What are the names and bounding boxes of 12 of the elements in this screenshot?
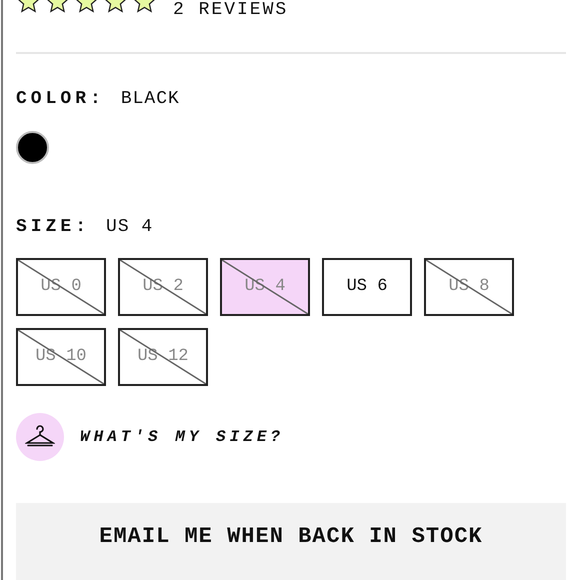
review-count[interactable]: 2 REVIEWS xyxy=(173,2,288,18)
size-option[interactable]: US 10 xyxy=(16,328,106,386)
hanger-icon[interactable] xyxy=(16,413,64,461)
color-swatch[interactable] xyxy=(16,131,49,164)
color-label: COLOR: xyxy=(16,88,105,111)
size-option[interactable]: US 6 xyxy=(322,258,412,316)
color-value: BLACK xyxy=(120,88,180,111)
size-guide-link[interactable]: WHAT'S MY SIZE? xyxy=(80,425,284,449)
size-label: SIZE: xyxy=(16,216,90,239)
email-back-in-stock-button[interactable]: EMAIL ME WHEN BACK IN STOCK xyxy=(16,503,566,580)
size-option[interactable]: US 12 xyxy=(118,328,208,386)
size-value: US 4 xyxy=(106,216,154,239)
